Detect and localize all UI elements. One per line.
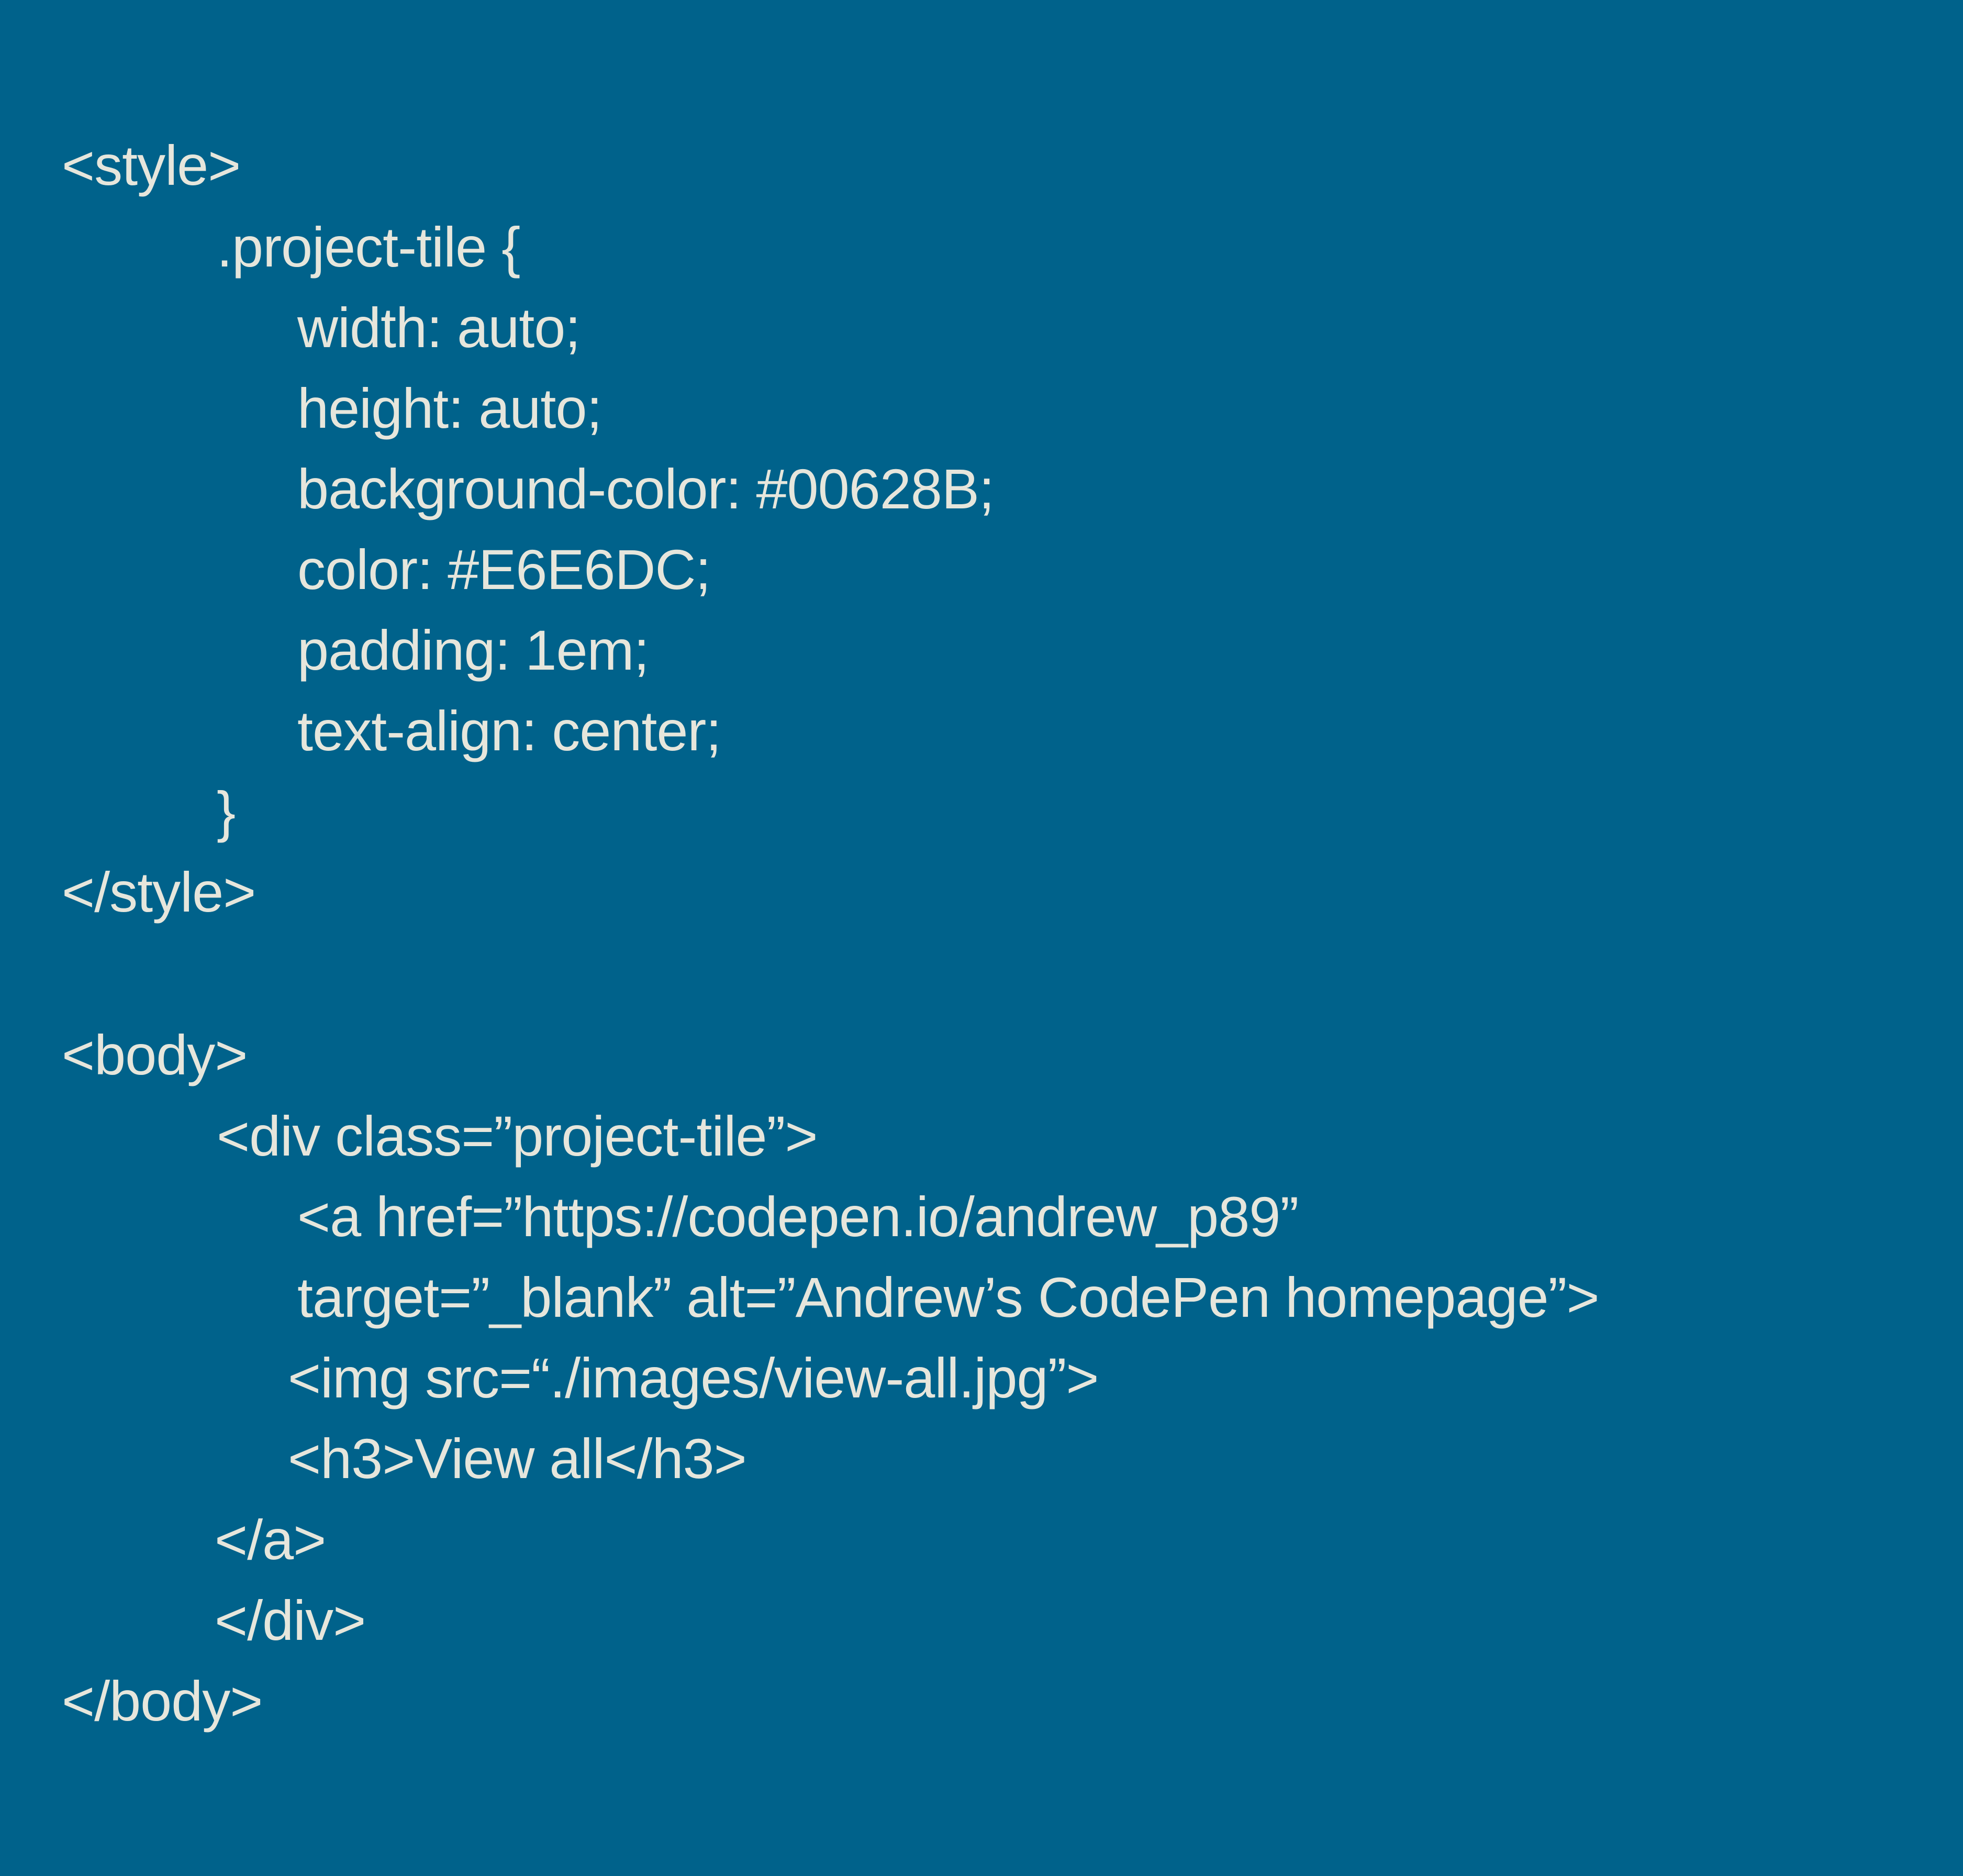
code-line-height: height: auto; (297, 376, 602, 440)
code-line-color: color: #E6E6DC; (297, 538, 711, 601)
code-line-body-close: </body> (62, 1669, 263, 1733)
code-line-selector: .project-tile { (217, 215, 520, 279)
code-line-style-close: </style> (62, 860, 256, 924)
code-line-style-open: <style> (62, 134, 241, 197)
code-snippet-canvas: <style> .project-tile { width: auto; hei… (0, 0, 1963, 1876)
code-line-width: width: auto; (297, 296, 581, 359)
code-line-padding: padding: 1em; (297, 618, 649, 682)
code-line-background-color: background-color: #00628B; (297, 457, 995, 520)
code-line-img: <img src=“./images/view-all.jpg”> (288, 1346, 1099, 1409)
code-line-rule-close: } (217, 780, 236, 843)
code-line-anchor-close: </a> (215, 1508, 326, 1571)
code-line-anchor-open: <a href=”https://codepen.io/andrew_p89” (297, 1185, 1299, 1248)
code-line-anchor-attributes: target=”_blank” alt=”Andrew’s CodePen ho… (297, 1266, 1600, 1329)
code-line-div-open: <div class=”project-tile”> (217, 1104, 818, 1168)
code-line-body-open: <body> (62, 1023, 248, 1086)
code-line-text-align: text-align: center; (297, 699, 721, 762)
code-line-h3: <h3>View all</h3> (288, 1427, 747, 1490)
code-line-div-close: </div> (215, 1589, 366, 1652)
